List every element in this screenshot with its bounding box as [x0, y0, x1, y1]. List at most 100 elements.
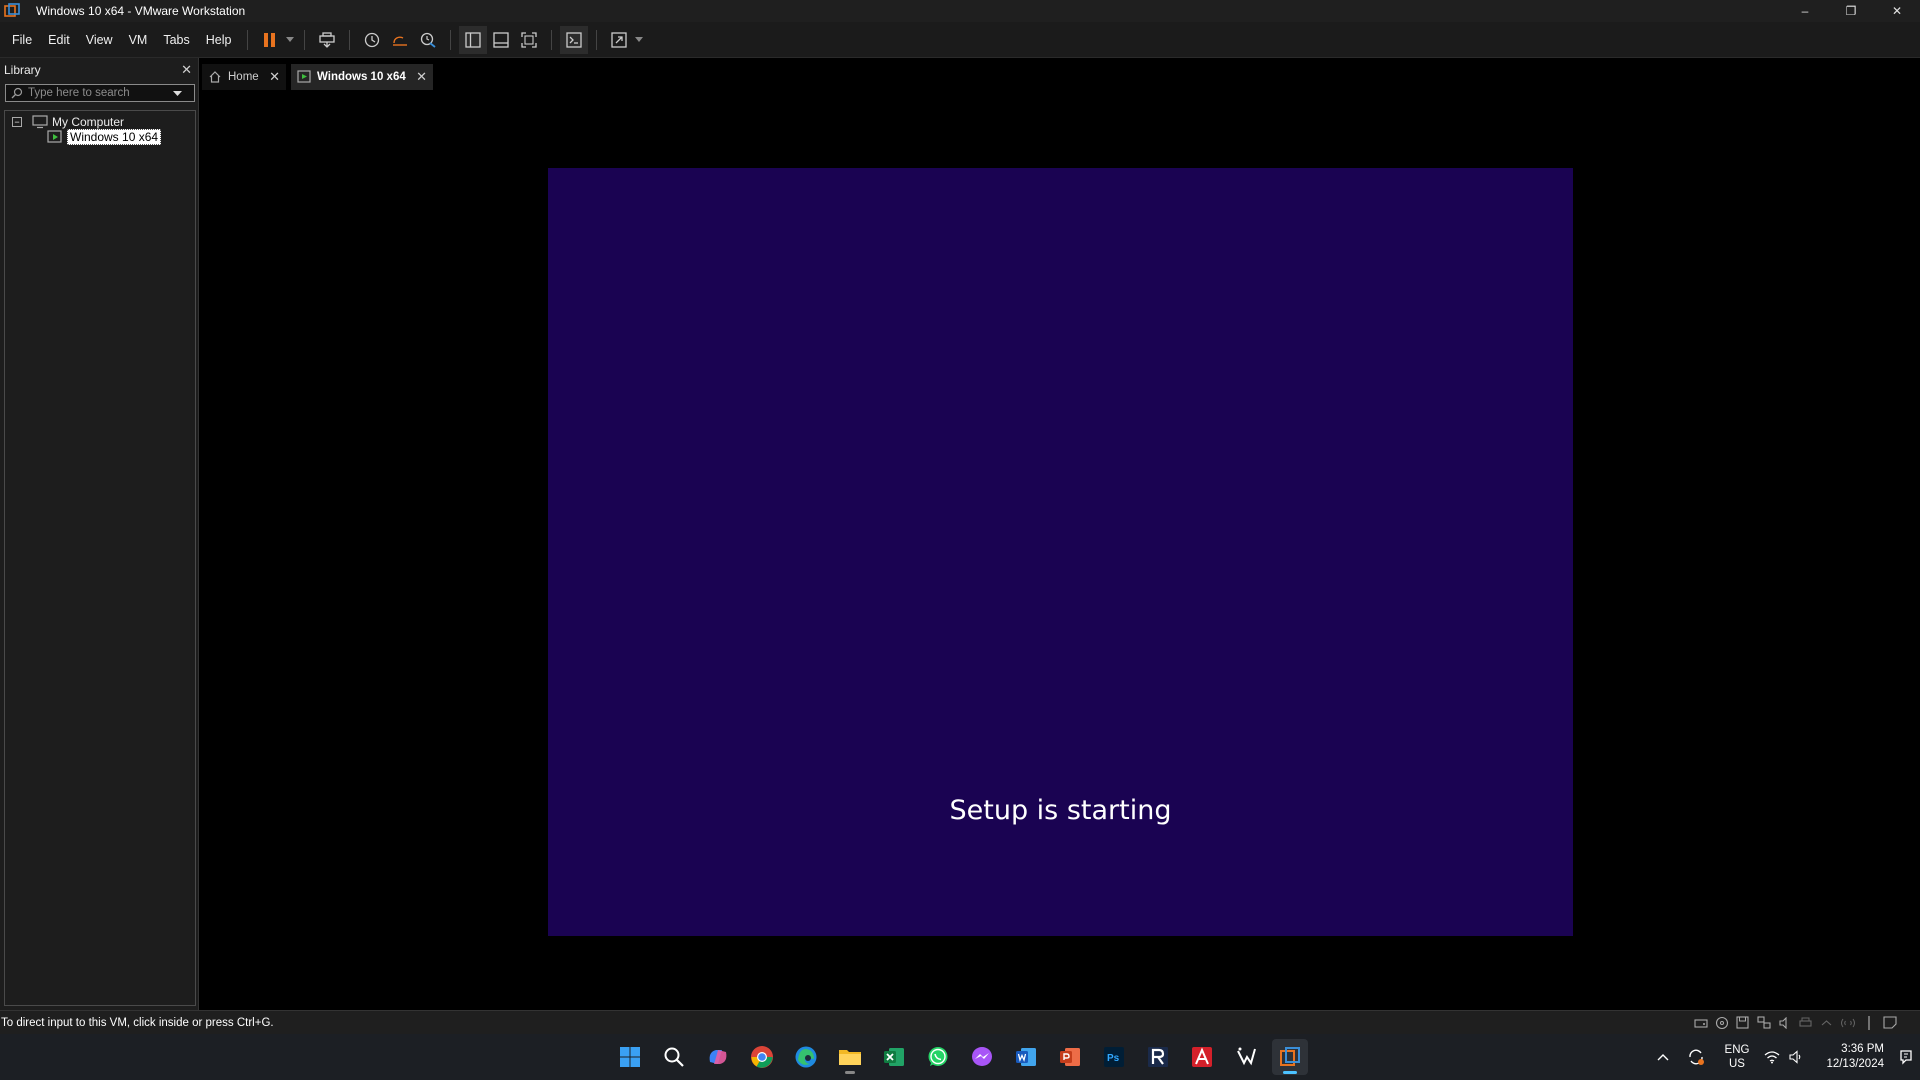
chevron-down-icon — [172, 90, 182, 96]
snapshot-manager-button[interactable] — [414, 26, 442, 54]
taskbar-apps: Ps — [612, 1039, 1308, 1075]
taskbar-word[interactable] — [1008, 1039, 1044, 1075]
copilot-icon — [709, 1050, 727, 1064]
wifi-button[interactable] — [1760, 1050, 1784, 1064]
taskbar-photoshop[interactable]: Ps — [1096, 1039, 1132, 1075]
tree-collapse-toggle[interactable]: − — [12, 116, 22, 127]
volume-button[interactable] — [1784, 1050, 1808, 1064]
svg-text:Ps: Ps — [1107, 1053, 1120, 1064]
printer-icon[interactable] — [1797, 1015, 1814, 1030]
taskbar-file-explorer[interactable] — [832, 1039, 868, 1075]
library-search-input[interactable] — [28, 87, 168, 99]
library-panel: Library ✕ − My Computer Windows 10 x64 — [0, 58, 199, 1010]
tab-close-button[interactable]: ✕ — [269, 69, 280, 85]
tray-sync-app[interactable] — [1678, 1048, 1714, 1066]
taskbar-copilot[interactable] — [700, 1039, 736, 1075]
status-bar: To direct input to this VM, click inside… — [0, 1010, 1920, 1034]
pause-button[interactable] — [256, 26, 284, 54]
taskbar-whatsapp[interactable] — [920, 1039, 956, 1075]
notification-center-button[interactable] — [1892, 1049, 1920, 1065]
search-icon — [6, 85, 28, 101]
language-code: ENG — [1724, 1044, 1750, 1056]
show-library-icon — [465, 31, 482, 48]
clock-time: 3:36 PM — [1841, 1043, 1884, 1055]
network-icon[interactable] — [1755, 1015, 1772, 1030]
minimize-button[interactable]: – — [1782, 0, 1828, 22]
taskbar-excel[interactable] — [876, 1039, 912, 1075]
vmware-icon — [1280, 1047, 1300, 1066]
restore-button[interactable]: ❐ — [1828, 0, 1874, 22]
photoshop-icon: Ps — [1104, 1047, 1124, 1067]
sound-icon[interactable] — [1776, 1015, 1793, 1030]
window-title: Windows 10 x64 - VMware Workstation — [36, 4, 246, 18]
menu-file[interactable]: File — [4, 33, 40, 47]
cd-dvd-icon[interactable] — [1713, 1015, 1730, 1030]
taskbar-edge[interactable] — [788, 1039, 824, 1075]
stretch-dropdown[interactable] — [633, 26, 645, 54]
taskbar-powerpoint[interactable] — [1052, 1039, 1088, 1075]
usb-icon[interactable] — [1818, 1015, 1835, 1030]
volume-icon — [1789, 1050, 1801, 1064]
divider — [1860, 1015, 1877, 1030]
tab-label: Windows 10 x64 — [317, 71, 406, 83]
chevron-up-icon — [1657, 1054, 1669, 1061]
wifi-icon — [1764, 1051, 1780, 1064]
status-text: To direct input to this VM, click inside… — [1, 1016, 274, 1029]
clock[interactable]: 3:36 PM 12/13/2024 — [1808, 1042, 1884, 1072]
taskbar-acrobat[interactable] — [1184, 1039, 1220, 1075]
toolbar-separator — [304, 29, 306, 50]
toolbar-separator — [596, 29, 598, 50]
toolbar-separator — [247, 29, 249, 50]
revert-snapshot-button[interactable] — [386, 26, 414, 54]
vector-app-icon — [1237, 1047, 1256, 1066]
tab-label: Home — [228, 71, 259, 83]
full-screen-button[interactable] — [515, 26, 543, 54]
home-icon — [209, 71, 221, 83]
active-indicator — [1283, 1071, 1297, 1074]
tab-home[interactable]: Home ✕ — [202, 64, 286, 90]
running-indicator — [845, 1071, 855, 1074]
power-dropdown[interactable] — [284, 26, 296, 54]
library-close-button[interactable]: ✕ — [181, 62, 192, 78]
menu-edit[interactable]: Edit — [40, 33, 78, 47]
search-button[interactable] — [656, 1039, 692, 1075]
take-snapshot-button[interactable] — [358, 26, 386, 54]
edge-icon — [795, 1046, 817, 1068]
show-hidden-icons-button[interactable] — [1648, 1053, 1678, 1061]
vm-running-icon — [47, 129, 62, 143]
notification-icon — [1900, 1050, 1912, 1065]
vm-console[interactable]: Setup is starting — [201, 92, 1920, 1010]
taskbar-r-app[interactable] — [1140, 1039, 1176, 1075]
toolbar-separator — [349, 29, 351, 50]
menu-help[interactable]: Help — [198, 33, 240, 47]
taskbar-vmware[interactable] — [1272, 1039, 1308, 1075]
console-view-button[interactable] — [560, 25, 589, 54]
guest-screen[interactable]: Setup is starting — [548, 168, 1573, 936]
taskbar-vector-app[interactable] — [1228, 1039, 1264, 1075]
send-ctrl-alt-del-button[interactable] — [313, 26, 341, 54]
menu-toolbar: File Edit View VM Tabs Help — [0, 22, 1920, 58]
start-button[interactable] — [612, 1039, 648, 1075]
hard-disk-icon[interactable] — [1692, 1015, 1709, 1030]
acrobat-icon — [1192, 1047, 1212, 1067]
library-tree: − My Computer Windows 10 x64 — [4, 110, 196, 1006]
language-indicator[interactable]: ENG US — [1714, 1043, 1760, 1071]
thumbnail-bar-button[interactable] — [487, 26, 515, 54]
tree-item-windows-10-x64[interactable]: Windows 10 x64 — [47, 128, 162, 145]
taskbar-messenger[interactable] — [964, 1039, 1000, 1075]
floppy-icon[interactable] — [1734, 1015, 1751, 1030]
setup-message: Setup is starting — [949, 795, 1172, 826]
display-icon[interactable] — [1839, 1015, 1856, 1030]
tree-item-label: My Computer — [52, 114, 125, 129]
taskbar-chrome[interactable] — [744, 1039, 780, 1075]
tab-close-button[interactable]: ✕ — [416, 69, 427, 85]
close-button[interactable]: ✕ — [1874, 0, 1920, 22]
menu-view[interactable]: View — [78, 33, 121, 47]
library-search-dropdown[interactable] — [168, 85, 186, 101]
menu-tabs[interactable]: Tabs — [155, 33, 197, 47]
stretch-guest-button[interactable] — [605, 26, 633, 54]
show-library-button[interactable] — [459, 25, 488, 54]
tab-windows-10-x64[interactable]: Windows 10 x64 ✕ — [291, 64, 433, 90]
menu-vm[interactable]: VM — [121, 33, 156, 47]
message-log-icon[interactable] — [1881, 1015, 1898, 1030]
